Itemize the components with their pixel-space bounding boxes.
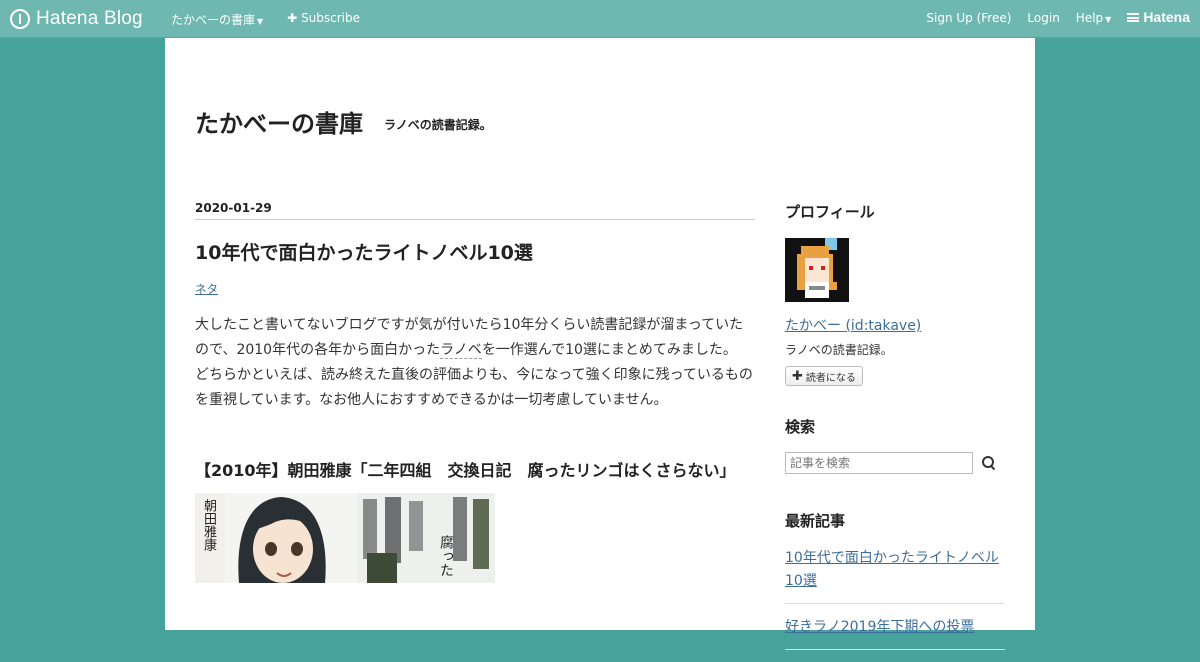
hatena-blog-logo[interactable]: Hatena Blog — [10, 7, 143, 31]
profile-heading: プロフィール — [785, 203, 875, 221]
section-heading: 【2010年】朝田雅康「二年四組 交換日記 腐ったリンゴはくさらない」 — [195, 461, 736, 480]
cover-title-vertical: 腐った — [437, 535, 491, 577]
cover-character-illustration — [238, 497, 326, 583]
plus-icon: ✚ — [287, 11, 298, 25]
entry-date[interactable]: 2020-01-29 — [195, 201, 755, 220]
cover-title-text: 腐った — [438, 535, 454, 577]
recent-entry-link[interactable]: 10年代で面白かったライトノベル10選 — [785, 550, 999, 589]
body-text: を一作選んで10選にまとめてみました。 — [481, 342, 737, 358]
hatena-brand-text: Hatena — [1143, 9, 1190, 25]
search-heading: 検索 — [785, 418, 816, 436]
avatar[interactable] — [785, 238, 849, 302]
caret-down-icon: ▼ — [257, 17, 264, 26]
become-reader-button[interactable]: ✚ 読者になる — [785, 366, 863, 386]
entry-title[interactable]: 10年代で面白かったライトノベル10選 — [195, 238, 755, 265]
profile-name-link[interactable]: たかべー (id:takave) — [785, 315, 1005, 335]
entry-body: 大したこと書いてないブログですが気が付いたら10年分くらい読書記録が溜まっていた… — [195, 313, 755, 413]
caret-down-icon: ▼ — [1105, 15, 1112, 24]
profile-description: ラノベの読書記録。 — [785, 343, 893, 357]
entry-paragraph: どちらかといえば、読み終えた直後の評価よりも、今になって強く印象に残っているもの… — [195, 367, 753, 408]
search-input[interactable] — [785, 452, 973, 474]
blog-title[interactable]: たかべーの書庫 — [195, 104, 363, 139]
search-icon[interactable] — [982, 456, 996, 470]
recent-entry-link[interactable]: 好きラノ2019年下期への投票 — [785, 619, 974, 635]
blog-menu[interactable]: たかべーの書庫 ▼ — [171, 11, 263, 28]
blog-page: たかべーの書庫 ラノベの読書記録。 2020-01-29 10年代で面白かったラ… — [165, 38, 1035, 650]
hatena-blog-mark-icon — [10, 9, 30, 29]
help-menu[interactable]: Help ▼ — [1076, 11, 1112, 25]
cover-author-vertical: 朝田雅康 — [195, 493, 225, 583]
subscribe-button[interactable]: ✚ Subscribe — [287, 11, 360, 28]
nav-right: Sign Up (Free) Login Help ▼ Hatena — [926, 9, 1190, 25]
list-item: 10年代で面白かったライトノベル10選 — [785, 547, 1005, 604]
entry-paragraph: 大したこと書いてないブログですが気が付いたら10年分くらい読書記録が溜まっていた… — [195, 313, 755, 363]
cover-author-text: 朝田雅康 — [201, 499, 216, 551]
plus-icon: ✚ — [792, 368, 803, 384]
sidebar: プロフィール たかべー (id:takave) ラノベの読書記録。 ✚ 読者にな… — [785, 201, 1005, 662]
signup-link[interactable]: Sign Up (Free) — [926, 11, 1011, 25]
pixel-avatar-image — [785, 238, 849, 302]
help-label: Help — [1075, 11, 1104, 25]
reader-button-label: 読者になる — [805, 372, 856, 384]
hatena-lines-icon — [1127, 12, 1140, 22]
hatena-logo[interactable]: Hatena — [1127, 9, 1190, 25]
blog-menu-label: たかべーの書庫 — [171, 13, 256, 27]
recent-entries-list: 10年代で面白かったライトノベル10選 好きラノ2019年下期への投票 — [785, 547, 1005, 650]
login-link[interactable]: Login — [1027, 11, 1059, 25]
top-bar: Hatena Blog たかべーの書庫 ▼ ✚ Subscribe Sign Up… — [0, 0, 1200, 38]
book-cover-image[interactable]: 朝田雅康 腐った — [195, 493, 495, 583]
entry-category[interactable]: ネタ — [195, 281, 218, 297]
search-form — [785, 452, 1005, 474]
blog-description: ラノベの読書記録。 — [384, 118, 492, 132]
nav-left: たかべーの書庫 ▼ ✚ Subscribe — [171, 11, 360, 28]
list-item: 好きラノ2019年下期への投票 — [785, 616, 1005, 650]
brand-text: Hatena Blog — [36, 8, 143, 29]
subscribe-label: Subscribe — [301, 11, 361, 25]
recent-entries-heading: 最新記事 — [785, 512, 846, 530]
entry: 2020-01-29 10年代で面白かったライトノベル10選 ネタ 大したこと書… — [195, 201, 755, 583]
keyword-link[interactable]: ラノベ — [440, 342, 482, 359]
